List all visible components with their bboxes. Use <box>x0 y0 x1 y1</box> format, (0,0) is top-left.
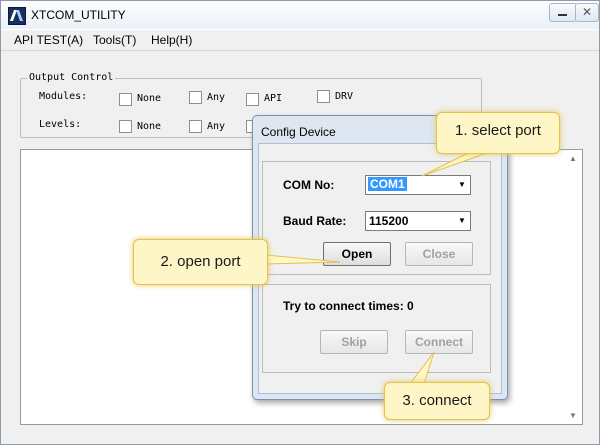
callout-open-port: 2. open port <box>133 239 268 285</box>
callout-connect-text: 3. connect <box>402 392 472 409</box>
open-port-pointer <box>265 254 341 265</box>
callout-select-port: 1. select port <box>436 112 560 154</box>
select-port-pointer <box>421 151 491 177</box>
callout-pointers <box>265 151 491 385</box>
callout-connect: 3. connect <box>384 382 490 420</box>
connect-pointer <box>409 351 435 385</box>
callout-select-port-text: 1. select port <box>455 122 541 139</box>
callout-open-port-text: 2. open port <box>160 253 241 270</box>
